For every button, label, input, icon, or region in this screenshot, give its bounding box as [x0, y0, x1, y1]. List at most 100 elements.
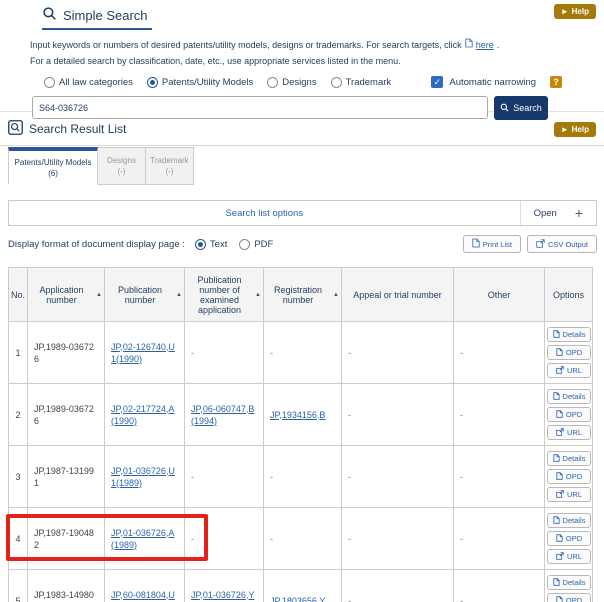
- cell-registration: -: [264, 446, 342, 508]
- document-icon: [553, 330, 560, 340]
- cell-examined: -: [185, 508, 264, 570]
- cell-registration: JP,1803656,Y: [264, 570, 342, 602]
- opd-button[interactable]: OPD: [547, 345, 591, 360]
- url-button[interactable]: URL: [547, 363, 591, 378]
- cell-other: -: [454, 508, 545, 570]
- radio-designs[interactable]: Designs: [267, 77, 316, 88]
- radio-format-text[interactable]: Text: [195, 239, 227, 250]
- cell-application: JP,1989-036726: [28, 384, 105, 446]
- header-examined-publication-number[interactable]: Publication number of examined applicati…: [185, 268, 264, 322]
- document-icon: [553, 392, 560, 402]
- cell-appeal: -: [342, 322, 454, 384]
- document-icon: [553, 454, 560, 464]
- sort-asc-icon: ▲: [333, 292, 339, 298]
- opd-button[interactable]: OPD: [547, 469, 591, 484]
- cell-registration-link[interactable]: JP,1803656,Y: [270, 596, 325, 602]
- cell-examined-link[interactable]: JP,06-060747,B(1994): [191, 404, 254, 426]
- cell-publication-link[interactable]: JP,01-036726,A(1989): [111, 528, 174, 550]
- external-link-icon: [556, 552, 564, 562]
- cell-other: -: [454, 322, 545, 384]
- cell-other: -: [454, 384, 545, 446]
- search-list-options-bar[interactable]: Search list options Open +: [8, 200, 597, 226]
- search-icon: [42, 6, 57, 24]
- header-other: Other: [454, 268, 545, 322]
- radio-selected-icon: [147, 77, 158, 88]
- search-icon: [500, 103, 509, 114]
- search-list-options-label: Search list options: [9, 208, 520, 219]
- table-header-row: No. Application number▲ Publication numb…: [9, 268, 593, 322]
- results-table: No. Application number▲ Publication numb…: [8, 267, 593, 602]
- opd-button[interactable]: OPD: [547, 531, 591, 546]
- radio-circle-icon: [331, 77, 342, 88]
- details-button[interactable]: Details: [547, 451, 591, 466]
- print-list-button[interactable]: Print List: [463, 235, 521, 253]
- csv-output-button[interactable]: CSV Output: [527, 235, 597, 253]
- header-registration-number[interactable]: Registration number▲: [264, 268, 342, 322]
- radio-patents-utility-models[interactable]: Patents/Utility Models: [147, 77, 253, 88]
- document-icon: [553, 516, 560, 526]
- radio-circle-icon: [267, 77, 278, 88]
- cell-examined: JP,01-036726,Y2(1989): [185, 570, 264, 602]
- url-button[interactable]: URL: [547, 425, 591, 440]
- radio-all-law-categories[interactable]: All law categories: [44, 77, 133, 88]
- tab-designs[interactable]: Designs (-): [98, 147, 146, 185]
- cell-registration: -: [264, 508, 342, 570]
- document-icon: [556, 596, 563, 602]
- here-link[interactable]: here: [476, 39, 494, 51]
- help-button-results[interactable]: ► Help: [554, 122, 596, 137]
- document-icon: [556, 534, 563, 544]
- table-row: 1 JP,1989-036726 JP,02-126740,U1(1990) -…: [9, 322, 593, 384]
- cell-no: 4: [9, 508, 28, 570]
- automatic-narrowing-checkbox[interactable]: ✓: [431, 76, 443, 88]
- cell-application: JP,1989-036726: [28, 322, 105, 384]
- sort-asc-icon: ▲: [176, 292, 182, 298]
- cell-options: Details OPD URL: [545, 508, 593, 570]
- table-row: 5 JP,1983-149800 JP,60-081804,U1(1985) J…: [9, 570, 593, 602]
- opd-button[interactable]: OPD: [547, 593, 591, 602]
- cell-publication-link[interactable]: JP,60-081804,U1(1985): [111, 590, 175, 602]
- cell-no: 3: [9, 446, 28, 508]
- cell-publication-link[interactable]: JP,01-036726,U1(1989): [111, 466, 175, 488]
- search-description-line2: For a detailed search by classification,…: [30, 55, 596, 67]
- document-icon: [556, 410, 563, 420]
- help-button-top[interactable]: ► Help: [554, 4, 596, 19]
- automatic-narrowing-label: Automatic narrowing: [449, 77, 536, 88]
- opd-button[interactable]: OPD: [547, 407, 591, 422]
- url-button[interactable]: URL: [547, 487, 591, 502]
- details-button[interactable]: Details: [547, 575, 591, 590]
- details-button[interactable]: Details: [547, 389, 591, 404]
- cell-registration-link[interactable]: JP,1934156,B: [270, 410, 325, 420]
- cell-options: Details OPD URL: [545, 446, 593, 508]
- cell-examined-link[interactable]: JP,01-036726,Y2(1989): [191, 590, 254, 602]
- tab-trademark[interactable]: Trademark (-): [146, 147, 194, 185]
- header-publication-number[interactable]: Publication number▲: [105, 268, 185, 322]
- radio-selected-icon: [195, 239, 206, 250]
- display-format-row: Display format of document display page …: [8, 233, 597, 255]
- document-icon: [553, 578, 560, 588]
- page-title: Simple Search: [63, 8, 148, 23]
- cell-other: -: [454, 446, 545, 508]
- simple-search-panel: Simple Search ► Help Input keywords or n…: [0, 0, 604, 112]
- cell-examined: -: [185, 322, 264, 384]
- details-button[interactable]: Details: [547, 513, 591, 528]
- cell-appeal: -: [342, 446, 454, 508]
- details-button[interactable]: Details: [547, 327, 591, 342]
- question-help-icon[interactable]: ?: [550, 76, 562, 88]
- cell-registration: -: [264, 322, 342, 384]
- cell-no: 1: [9, 322, 28, 384]
- cell-publication-link[interactable]: JP,02-126740,U1(1990): [111, 342, 175, 364]
- cell-publication: JP,02-126740,U1(1990): [105, 322, 185, 384]
- url-button[interactable]: URL: [547, 549, 591, 564]
- header-application-number[interactable]: Application number▲: [28, 268, 105, 322]
- header-no: No.: [9, 268, 28, 322]
- cell-examined: JP,06-060747,B(1994): [185, 384, 264, 446]
- radio-format-pdf[interactable]: PDF: [239, 239, 273, 250]
- arrow-right-icon: ►: [561, 7, 569, 16]
- tab-patents-utility-models[interactable]: Patents/Utility Models (6): [8, 147, 98, 185]
- plus-icon: +: [575, 205, 583, 221]
- radio-trademark[interactable]: Trademark: [331, 77, 392, 88]
- cell-application: JP,1987-131991: [28, 446, 105, 508]
- external-link-icon: [556, 428, 564, 438]
- cell-publication-link[interactable]: JP,02-217724,A(1990): [111, 404, 174, 426]
- open-toggle[interactable]: Open +: [520, 201, 596, 225]
